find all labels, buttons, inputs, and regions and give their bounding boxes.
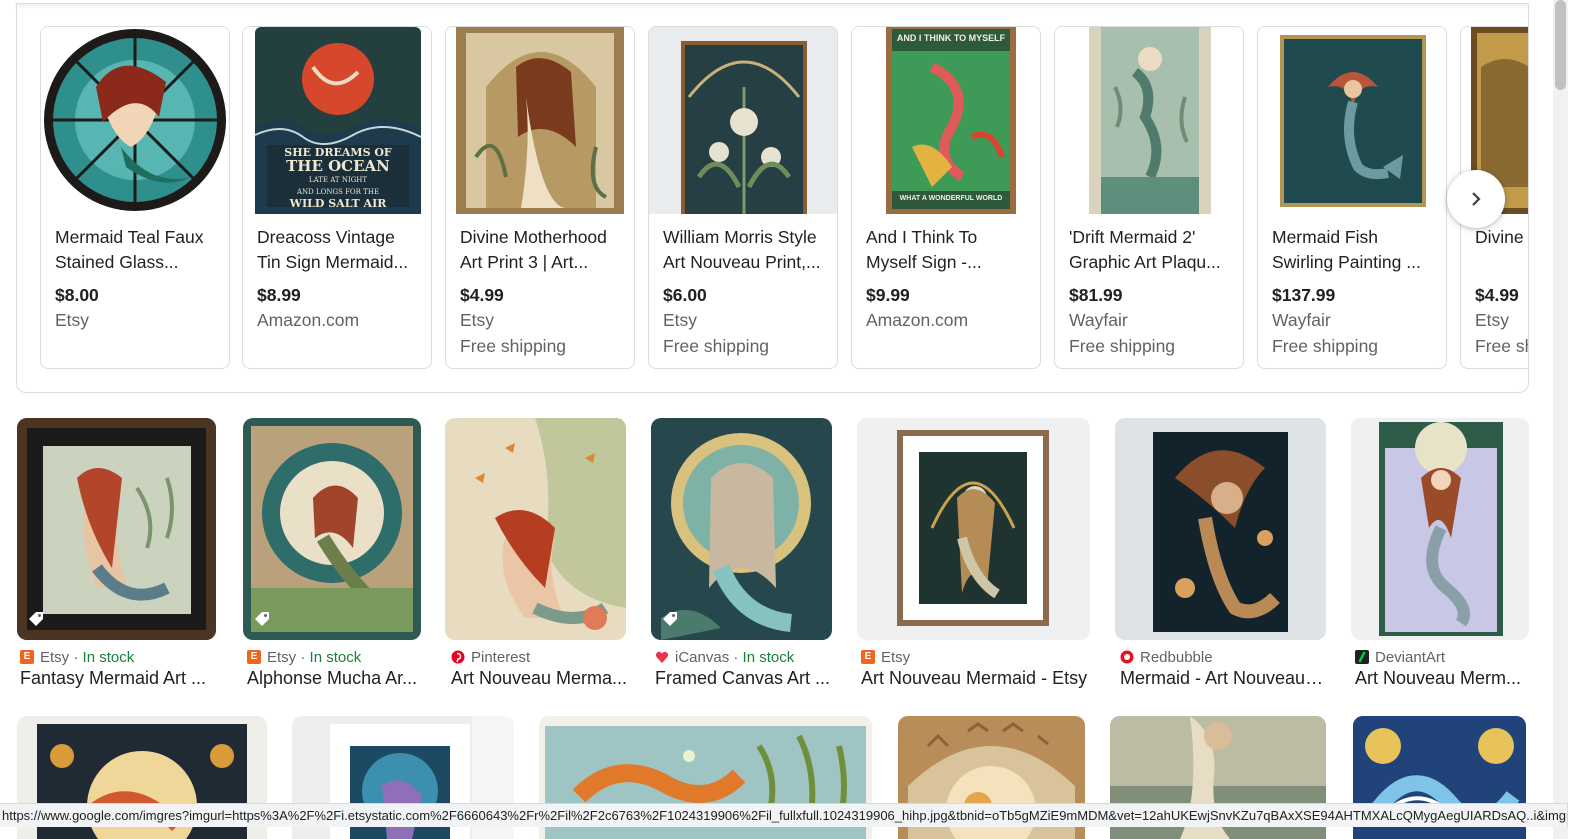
product-price: $4.99	[460, 285, 504, 305]
result-source[interactable]: iCanvas · In stock	[655, 647, 794, 667]
product-title: Divine Print | Art...	[1475, 227, 1528, 247]
result-image[interactable]	[17, 418, 216, 640]
result-title[interactable]: Mermaid - Art Nouveau ...	[1120, 668, 1325, 692]
product-title: Divine Motherhood Art Print 3 | Art...	[460, 227, 607, 272]
product-shipping: Free shipping	[1272, 336, 1379, 356]
sign-bottom-text: WHAT A WONDERFUL WORLD	[899, 195, 1003, 202]
result-source[interactable]: Pinterest	[451, 647, 530, 667]
product-merchant: Amazon.com	[257, 310, 360, 330]
product-shipping: Free shipping	[1069, 336, 1176, 356]
product-price: $137.99	[1272, 285, 1336, 305]
product-title: 'Drift Mermaid 2' Graphic Art Plaqu...	[1069, 227, 1221, 272]
product-card[interactable]: AND I THINK TO MYSELF WHAT A WONDERFUL W…	[851, 26, 1041, 369]
carousel-next-button[interactable]	[1447, 170, 1505, 228]
result-source[interactable]: E Etsy · In stock	[20, 647, 134, 667]
product-image	[1055, 27, 1243, 214]
result-image[interactable]	[1115, 418, 1326, 640]
product-image: AND I THINK TO MYSELF WHAT A WONDERFUL W…	[852, 27, 1040, 214]
sign-text: SHE DREAMS OF THE OCEAN LATE AT NIGHT AN…	[284, 146, 392, 210]
result-title[interactable]: Art Nouveau Merm...	[1355, 668, 1530, 692]
result-image[interactable]	[651, 418, 832, 640]
shopping-carousel: Mermaid Teal Faux Stained Glass... $8.00…	[16, 4, 1529, 393]
result-source[interactable]: Redbubble	[1120, 647, 1213, 667]
product-merchant: Wayfair	[1069, 310, 1128, 330]
etsy-logo-icon: E	[20, 650, 34, 664]
status-bar-url: https://www.google.com/imgres?imgurl=htt…	[0, 803, 1568, 827]
result-image[interactable]	[1351, 418, 1529, 640]
sign-top-text: AND I THINK TO MYSELF	[896, 33, 1006, 43]
price-tag-icon	[663, 612, 677, 626]
price-tag-icon	[29, 612, 43, 626]
product-price: $8.00	[55, 285, 99, 305]
product-image	[649, 27, 837, 214]
product-title: Mermaid Fish Swirling Painting ...	[1272, 227, 1421, 272]
etsy-logo-icon: E	[247, 650, 261, 664]
product-merchant: Etsy	[460, 310, 495, 330]
product-card[interactable]: William Morris Style Art Nouveau Print,.…	[648, 26, 838, 369]
result-image[interactable]	[445, 418, 626, 640]
product-price: $8.99	[257, 285, 301, 305]
product-shipping: Free shipping	[663, 336, 770, 356]
product-price: $81.99	[1069, 285, 1123, 305]
redbubble-logo-icon	[1120, 650, 1134, 664]
product-merchant: Etsy	[1475, 310, 1510, 330]
product-card[interactable]: 'Drift Mermaid 2' Graphic Art Plaqu... $…	[1054, 26, 1244, 369]
product-image	[1258, 27, 1446, 214]
result-title[interactable]: Art Nouveau Mermaid - Etsy	[861, 668, 1093, 692]
product-title: Dreacoss Vintage Tin Sign Mermaid...	[257, 227, 409, 272]
deviantart-logo-icon	[1355, 650, 1369, 664]
etsy-logo-icon: E	[861, 650, 875, 664]
result-source[interactable]: E Etsy · In stock	[247, 647, 361, 667]
product-shipping: Free shipping	[1475, 336, 1528, 356]
product-merchant: Etsy	[55, 310, 90, 330]
product-card[interactable]: Mermaid Fish Swirling Painting ... $137.…	[1257, 26, 1447, 369]
product-price: $6.00	[663, 285, 707, 305]
product-card[interactable]: Divine Motherhood Art Print 3 | Art... $…	[445, 26, 635, 369]
product-price: $9.99	[866, 285, 910, 305]
product-merchant: Amazon.com	[866, 310, 969, 330]
product-title: Mermaid Teal Faux Stained Glass...	[55, 227, 204, 272]
result-title[interactable]: Alphonse Mucha Ar...	[247, 668, 427, 692]
product-merchant: Etsy	[663, 310, 698, 330]
result-image[interactable]	[243, 418, 421, 640]
icanvas-logo-icon	[655, 651, 669, 663]
result-title[interactable]: Art Nouveau Merma...	[451, 668, 629, 692]
product-card[interactable]: SHE DREAMS OF THE OCEAN LATE AT NIGHT AN…	[242, 26, 432, 369]
price-tag-icon	[255, 612, 269, 626]
product-card[interactable]: Mermaid Teal Faux Stained Glass... $8.00…	[40, 26, 230, 369]
result-image[interactable]	[857, 418, 1090, 640]
chevron-right-icon	[1472, 192, 1481, 206]
product-price: $4.99	[1475, 285, 1519, 305]
product-merchant: Wayfair	[1272, 310, 1331, 330]
pinterest-logo-icon	[451, 650, 465, 664]
result-title[interactable]: Framed Canvas Art ...	[655, 668, 835, 692]
product-title: William Morris Style Art Nouveau Print,.…	[663, 227, 821, 272]
result-source[interactable]: E Etsy	[861, 647, 910, 667]
result-title[interactable]: Fantasy Mermaid Art ...	[20, 668, 220, 692]
product-image	[41, 27, 229, 214]
scrollbar-track[interactable]	[1553, 0, 1568, 839]
product-image	[446, 27, 634, 214]
product-shipping: Free shipping	[460, 336, 567, 356]
product-image: SHE DREAMS OF THE OCEAN LATE AT NIGHT AN…	[243, 27, 431, 214]
product-title: And I Think To Myself Sign -...	[866, 227, 982, 272]
scrollbar-thumb[interactable]	[1555, 0, 1566, 90]
result-source[interactable]: DeviantArt	[1355, 647, 1445, 667]
